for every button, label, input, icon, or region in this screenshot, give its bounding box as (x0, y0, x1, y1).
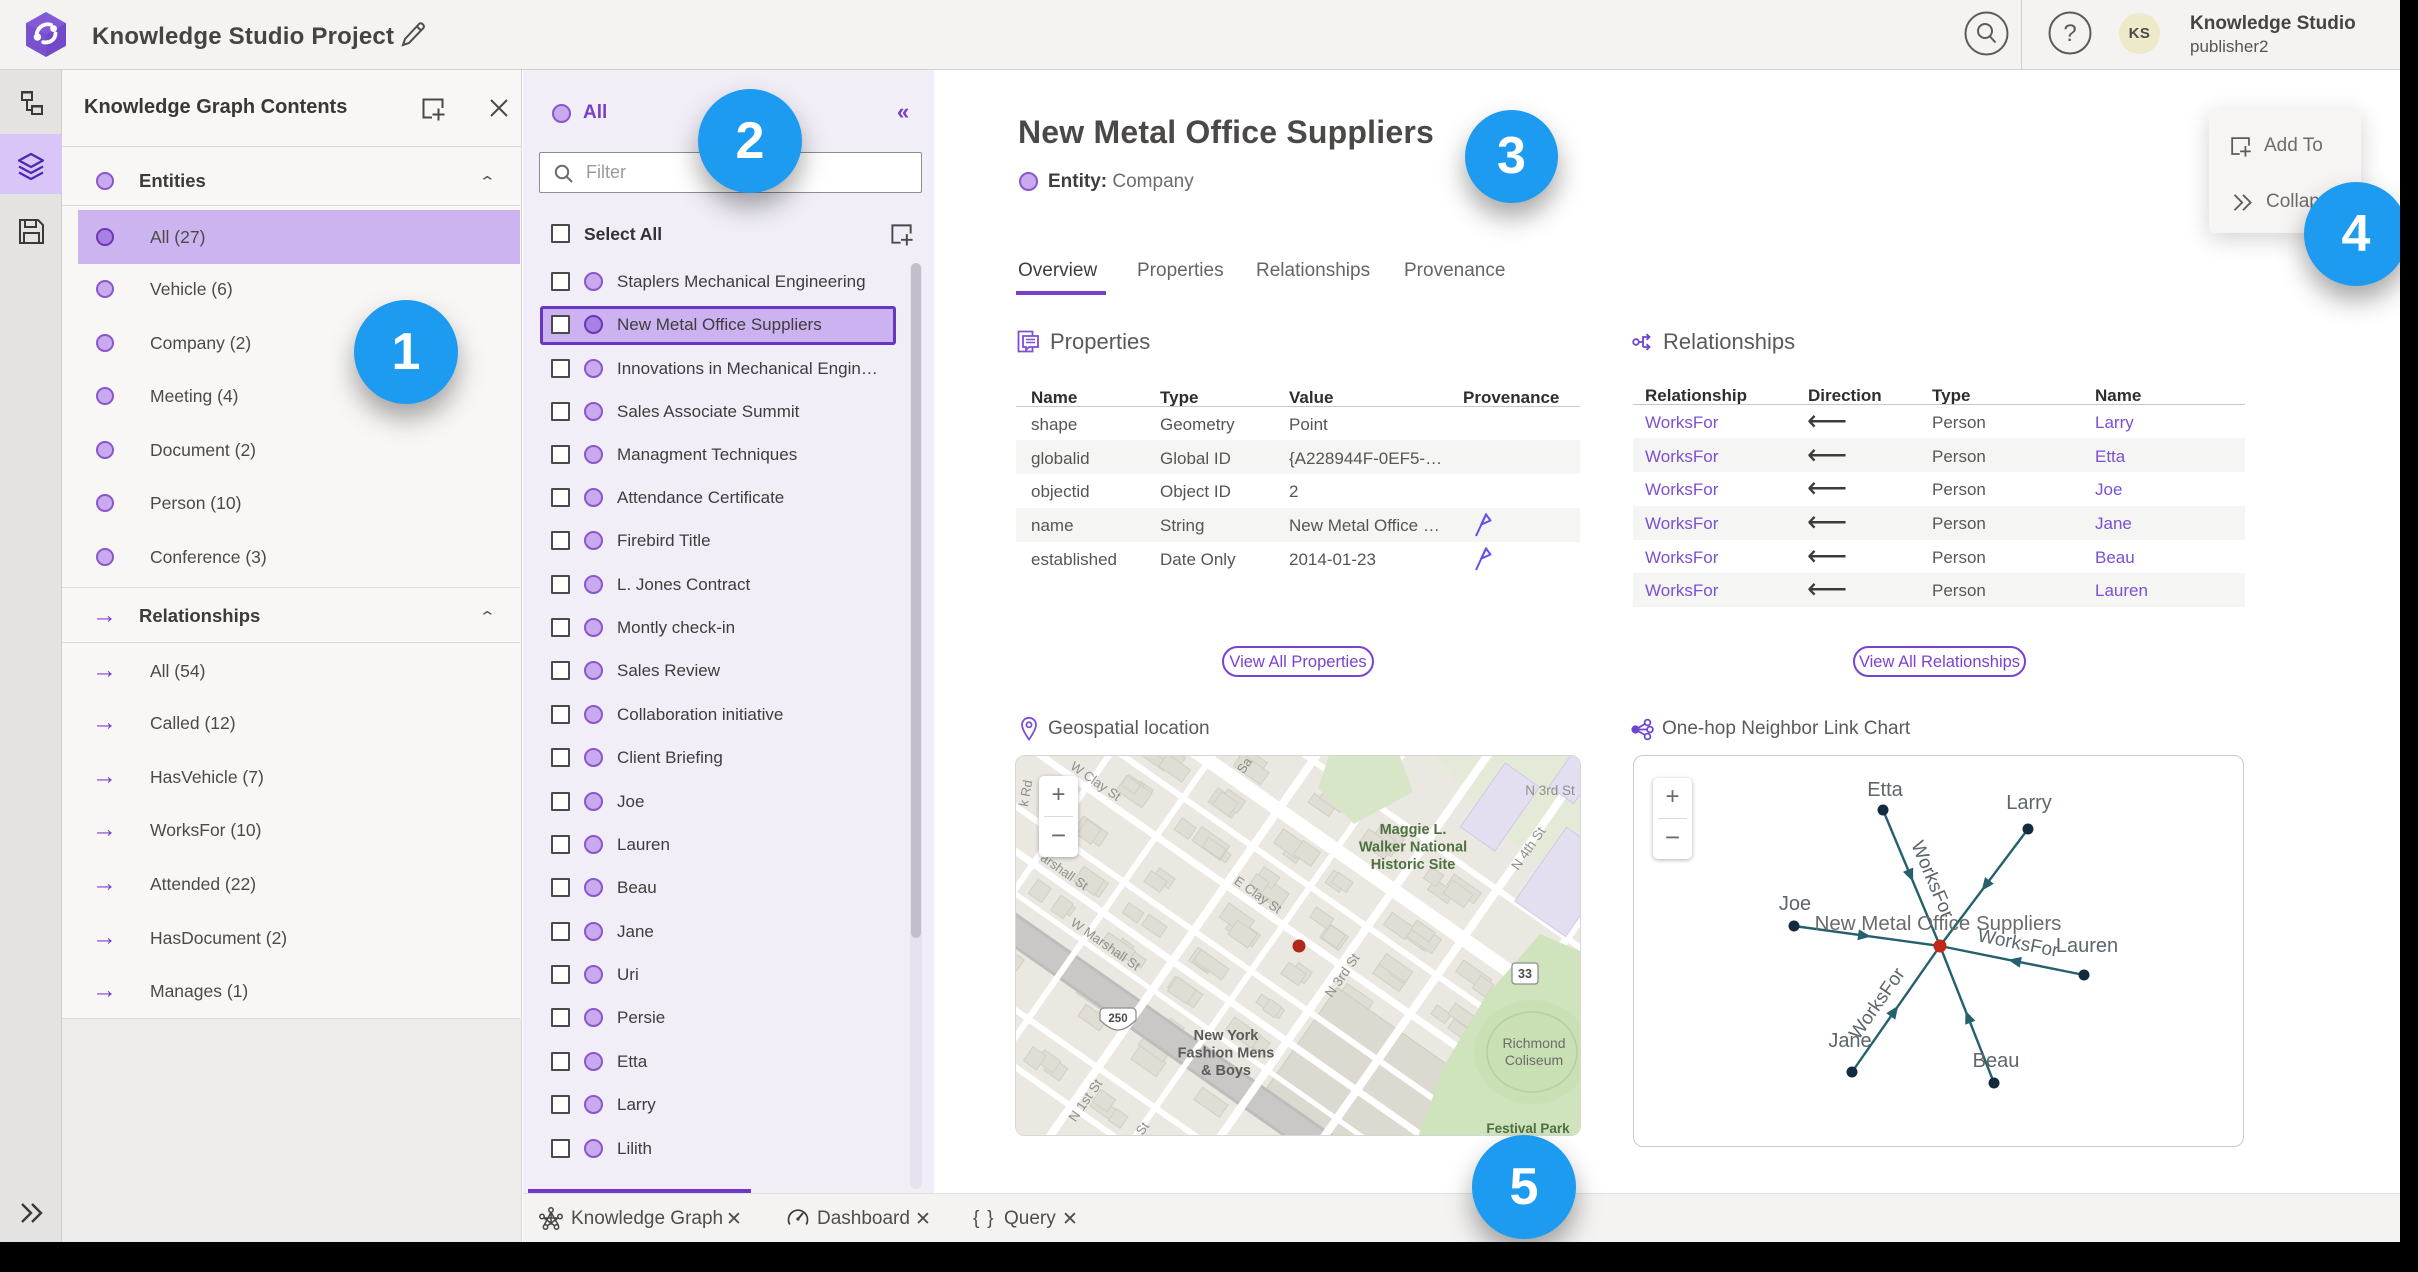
svg-text:Etta: Etta (1867, 779, 1903, 801)
svg-text:New York: New York (1194, 1028, 1260, 1044)
svg-text:Coliseum: Coliseum (1505, 1052, 1563, 1068)
svg-text:WorksFor: WorksFor (1906, 838, 1958, 922)
svg-text:Historic Site: Historic Site (1371, 857, 1456, 873)
svg-text:& Boys: & Boys (1201, 1063, 1251, 1079)
svg-text:?: ? (2063, 20, 2076, 47)
svg-text:Beau: Beau (1973, 1050, 2020, 1072)
svg-text:33: 33 (1518, 967, 1532, 981)
svg-text:Lauren: Lauren (2056, 935, 2118, 957)
svg-text:Joe: Joe (1779, 893, 1811, 915)
svg-text:N 3rd St: N 3rd St (1525, 783, 1575, 798)
svg-text:Richmond: Richmond (1502, 1035, 1565, 1051)
svg-text:Fashion Mens: Fashion Mens (1178, 1046, 1275, 1062)
svg-text:Festival Park: Festival Park (1486, 1121, 1570, 1136)
svg-text:Larry: Larry (2006, 792, 2052, 814)
svg-text:Walker National: Walker National (1359, 840, 1467, 856)
svg-text:250: 250 (1108, 1013, 1127, 1025)
svg-text:Maggie L.: Maggie L. (1380, 822, 1447, 838)
